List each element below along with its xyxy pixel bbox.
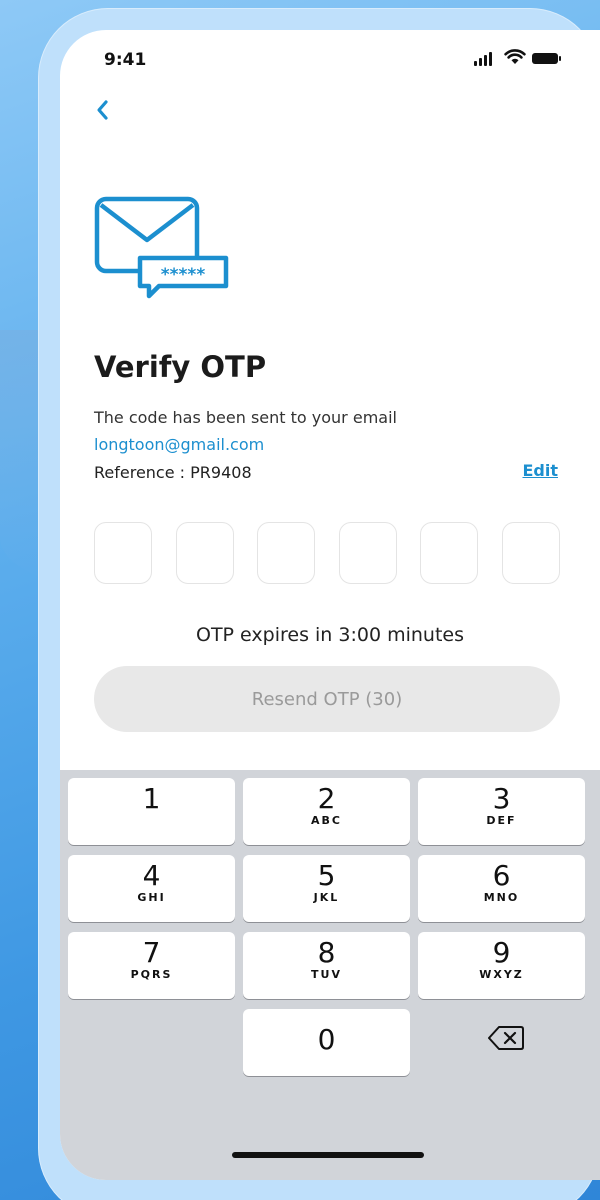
otp-input-row xyxy=(94,522,560,584)
key-4[interactable]: 4 GHI xyxy=(68,855,235,922)
reference-text: Reference : PR9408 xyxy=(94,463,252,482)
key-digit: 3 xyxy=(492,782,511,815)
key-letters: MNO xyxy=(483,891,520,904)
chevron-left-icon xyxy=(97,100,108,120)
key-6[interactable]: 6 MNO xyxy=(418,855,585,922)
key-7[interactable]: 7 PQRS xyxy=(68,932,235,999)
key-digit: 7 xyxy=(142,936,161,969)
key-letters: DEF xyxy=(486,814,517,827)
key-3[interactable]: 3 DEF xyxy=(418,778,585,845)
otp-digit-input-5[interactable] xyxy=(420,522,479,584)
otp-digit-input-3[interactable] xyxy=(257,522,316,584)
otp-expiry-text: OTP expires in 3:00 minutes xyxy=(196,624,464,646)
backspace-icon xyxy=(488,1026,524,1050)
key-5[interactable]: 5 JKL xyxy=(243,855,410,922)
otp-digit-input-4[interactable] xyxy=(338,522,397,584)
key-2[interactable]: 2 ABC xyxy=(243,778,410,845)
mail-code-text: ***** xyxy=(161,265,206,285)
key-letters: JKL xyxy=(313,891,340,904)
key-digit: 1 xyxy=(142,782,161,815)
backspace-button[interactable] xyxy=(488,1025,524,1055)
key-digit: 5 xyxy=(317,859,336,892)
status-bar: 9:41 xyxy=(60,30,600,90)
battery-icon xyxy=(532,53,561,64)
key-1[interactable]: 1 xyxy=(68,778,235,845)
email-link: longtoon@gmail.com xyxy=(94,435,265,454)
wifi-icon xyxy=(504,49,526,64)
mail-otp-icon: ***** xyxy=(94,196,229,299)
key-digit: 6 xyxy=(492,859,511,892)
key-8[interactable]: 8 TUV xyxy=(243,932,410,999)
edit-link[interactable]: Edit xyxy=(522,461,558,480)
key-digit: 9 xyxy=(492,936,511,969)
key-digit: 0 xyxy=(317,1023,336,1056)
key-digit: 8 xyxy=(317,936,336,969)
key-letters: WXYZ xyxy=(479,968,524,981)
key-letters: PQRS xyxy=(130,968,173,981)
key-letters: GHI xyxy=(137,891,166,904)
key-letters: TUV xyxy=(311,968,342,981)
key-digit: 4 xyxy=(142,859,161,892)
key-0[interactable]: 0 xyxy=(243,1009,410,1076)
phone-screen: 9:41 ***** Verify OTP The code has been … xyxy=(60,30,600,1180)
back-button[interactable] xyxy=(94,98,110,128)
signal-icon xyxy=(474,52,492,66)
otp-digit-input-2[interactable] xyxy=(175,522,234,584)
otp-digit-input-6[interactable] xyxy=(501,522,560,584)
numeric-keypad: 1 2 ABC 3 DEF 4 GHI 5 JKL 6 MNO 7 PQRS 8 xyxy=(60,770,600,1180)
key-digit: 2 xyxy=(317,782,336,815)
key-letters: ABC xyxy=(311,814,342,827)
key-9[interactable]: 9 WXYZ xyxy=(418,932,585,999)
resend-otp-button[interactable]: Resend OTP (30) xyxy=(94,666,560,732)
otp-digit-input-1[interactable] xyxy=(94,522,152,584)
subtitle-text: The code has been sent to your email xyxy=(94,408,397,427)
status-time: 9:41 xyxy=(104,50,147,70)
page-title: Verify OTP xyxy=(94,350,267,384)
